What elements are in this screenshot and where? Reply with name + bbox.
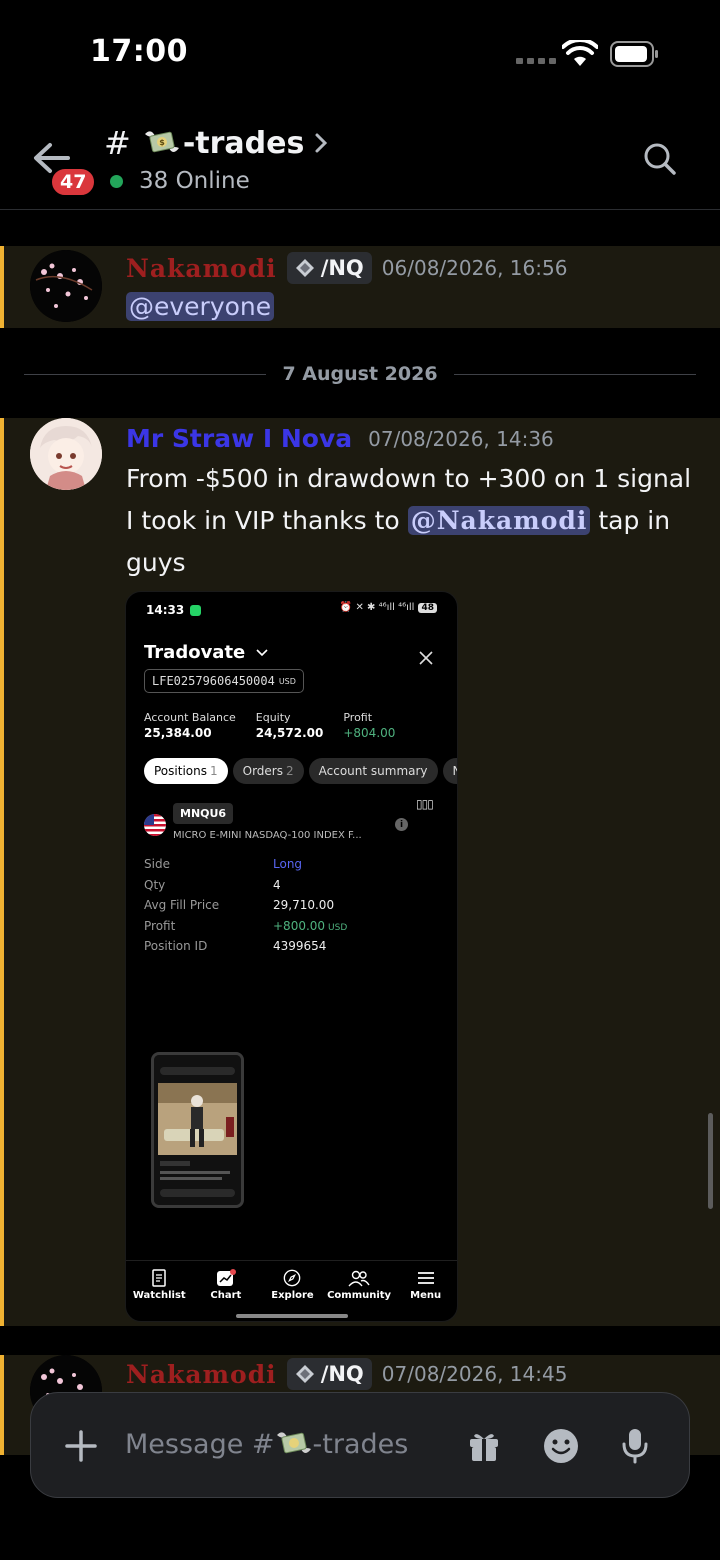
position-details: Side Long Qty 4 Avg Fill Price 29,710.00 Pr… [144,857,348,954]
tab-orders: Orders 2 [232,758,304,784]
info-icon: i [395,818,408,831]
account-id-pill: LFE02579606450004 USD [144,669,304,693]
message-composer: Message # -trades [30,1392,690,1498]
mention-everyone[interactable]: @everyone [126,292,275,321]
diamond-icon [295,259,314,277]
flying-money-icon [276,1432,311,1454]
symbol-description: MICRO E-MINI NASDAQ-100 INDEX F... [173,830,362,841]
chevron-down-icon [256,648,268,656]
attachment-bottom-nav: Watchlist Chart Explore Community Menu [126,1260,457,1310]
channel-name: -trades [182,125,305,161]
tab-account-summary: Account summary [308,758,438,784]
status-time: 17:00 [90,34,188,69]
highlight-bar [0,246,4,328]
nav-watchlist: Watchlist [126,1261,193,1310]
attachment-status-icons: ⏰ ✕ ✱ ⁴⁶ıll ⁴⁶ıll 48 [340,602,437,613]
stat-profit: Profit +804.00 [343,711,396,740]
nav-community: Community [326,1261,393,1310]
compass-icon [284,1269,301,1287]
avatar[interactable] [30,418,102,490]
wifi-icon [562,40,598,66]
people-icon [348,1270,370,1287]
cellular-signal-icon [516,58,556,64]
message-header: Nakamodi /NQ 06/08/2026, 16:56 [126,252,567,284]
tab-truncated: N [442,758,457,784]
timestamp: 07/08/2026, 14:45 [381,1362,568,1386]
attachment-battery-icon: 48 [418,602,437,613]
hamburger-icon [417,1272,434,1284]
unread-badge: 47 [50,167,97,197]
online-status: 38 Online [110,168,250,194]
message-input[interactable]: Message # -trades [125,1427,408,1461]
message-header: Mr Straw I Nova 07/08/2026, 14:36 [126,424,554,453]
status-bar: 17:00 [0,0,720,100]
role-tag[interactable]: /NQ [286,1358,372,1390]
highlight-bar [0,1355,4,1455]
avatar[interactable] [30,250,102,322]
home-indicator [236,1314,348,1318]
scrollbar-thumb[interactable] [708,1113,713,1209]
image-attachment[interactable]: 14:33 ⏰ ✕ ✱ ⁴⁶ıll ⁴⁶ıll 48 Tradovate LFE… [125,591,458,1322]
stat-equity: Equity 24,572.00 [255,711,324,740]
timestamp: 06/08/2026, 16:56 [381,256,568,280]
flying-money-icon: $ [144,131,179,153]
nav-explore: Explore [259,1261,326,1310]
battery-icon [610,41,658,67]
online-count: 38 Online [139,168,250,194]
mention-user[interactable]: @Nakamodi [407,506,591,535]
channel-header: 47 # $ -trades 38 Online [0,100,720,210]
nav-chart: Chart [193,1261,260,1310]
hash-icon: # [104,124,131,162]
nav-menu: Menu [392,1261,457,1310]
message-item[interactable]: Nakamodi /NQ 06/08/2026, 16:56 @everyone [0,246,720,328]
author-name[interactable]: Nakamodi [126,1360,277,1389]
chart-icon [216,1269,236,1286]
message-content: @everyone [126,286,706,328]
message-header: Nakamodi /NQ 07/08/2026, 14:45 [126,1358,567,1390]
timestamp: 07/08/2026, 14:36 [368,426,554,451]
chevron-right-icon [315,133,328,153]
list-icon [152,1269,167,1287]
plus-icon[interactable] [65,1430,97,1462]
highlight-bar [0,418,4,1326]
svg-text:$: $ [159,138,165,147]
whatsapp-icon [190,604,202,616]
stat-balance: Account Balance 25,384.00 [144,711,236,740]
attachment-status-bar: 14:33 [146,603,202,617]
symbol-badge: MNQU6 [173,803,234,824]
picture-in-picture-video [151,1052,244,1208]
tab-positions: Positions 1 [144,758,228,784]
close-icon [419,651,433,665]
date-divider-label: 7 August 2026 [282,363,438,385]
role-tag[interactable]: /NQ [286,252,372,284]
search-icon[interactable] [643,142,677,176]
message-content: From -$500 in drawdown to +300 on 1 sign… [126,464,692,577]
attachment-tabs: Positions1 Orders2 Account summary N [144,758,457,784]
emoji-icon[interactable] [543,1428,579,1464]
account-stats: Account Balance 25,384.00 Equity 24,572.00… [144,711,415,740]
us-flag-icon [144,814,166,836]
gift-icon[interactable] [468,1429,500,1463]
online-dot-icon [110,174,123,188]
channel-title[interactable]: # $ -trades [104,124,328,162]
date-divider: 7 August 2026 [24,358,696,390]
microphone-icon[interactable] [621,1428,649,1464]
diamond-icon [295,1365,314,1383]
bars-icon: ▯▯▯ [416,797,434,811]
broker-title: Tradovate [144,642,269,663]
author-name[interactable]: Nakamodi [126,254,277,283]
author-name[interactable]: Mr Straw I Nova [126,424,352,453]
